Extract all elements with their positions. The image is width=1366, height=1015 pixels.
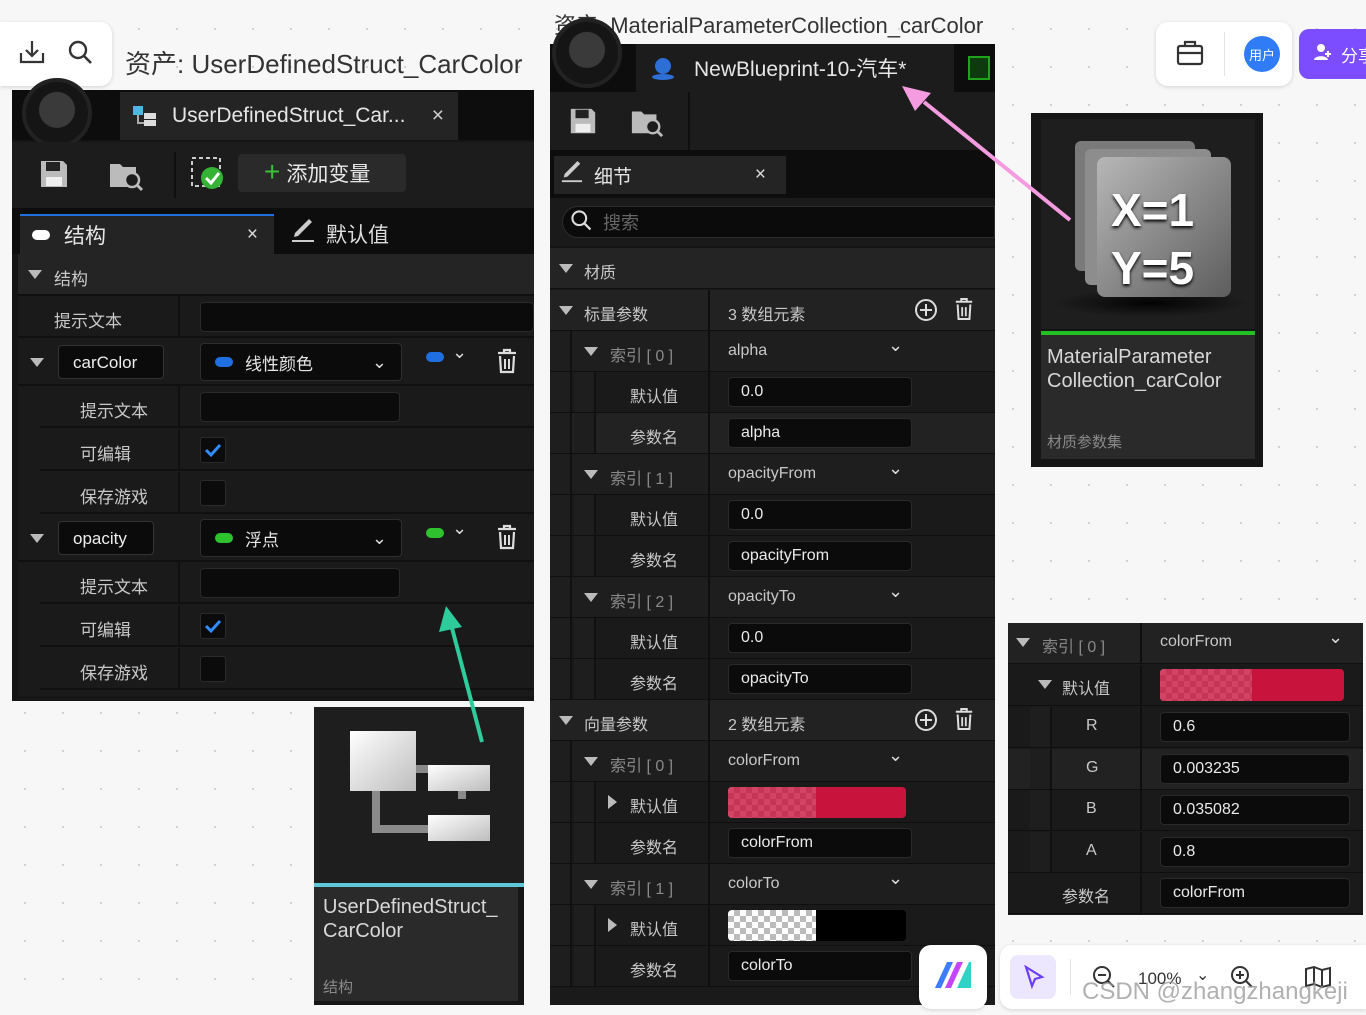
annotation-arrows: [439, 86, 1072, 743]
green-arrow-icon: [439, 606, 484, 743]
pink-arrow-icon: [902, 86, 1072, 222]
